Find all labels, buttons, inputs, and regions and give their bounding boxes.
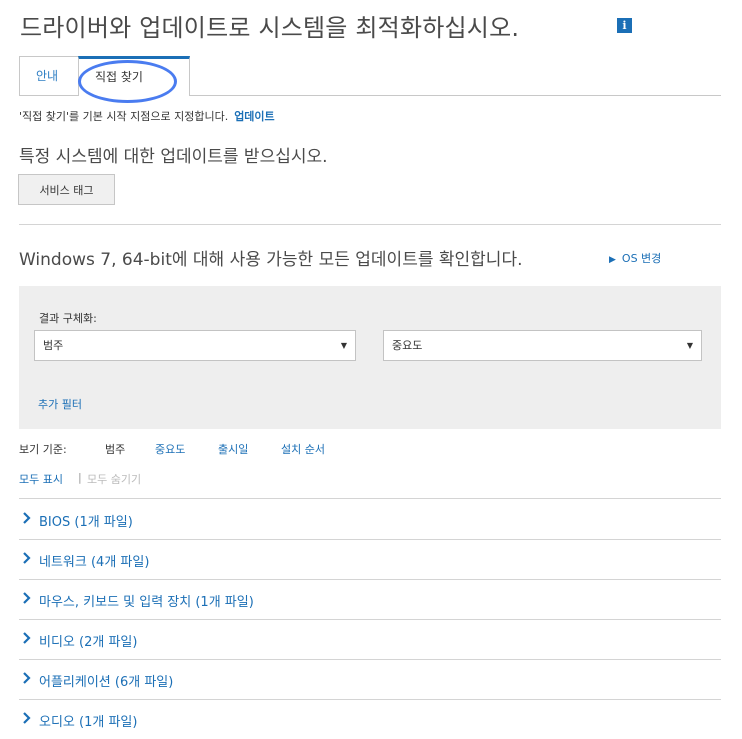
filter-label: 결과 구체화: [39,312,97,325]
category-select[interactable]: 범주 ▼ [34,330,356,361]
category-item-video[interactable]: 비디오 (2개 파일) [19,619,721,659]
category-label: 오디오 (1개 파일) [39,715,138,730]
importance-select[interactable]: 중요도 ▼ [383,330,702,361]
hide-all-link: 모두 숨기기 [87,473,142,486]
os-change-label: OS 변경 [621,252,662,265]
category-label: 비디오 (2개 파일) [39,635,138,650]
importance-select-value: 중요도 [392,339,423,352]
category-label: 어플리케이션 (6개 파일) [39,675,174,690]
specific-system-heading: 특정 시스템에 대한 업데이트를 받으십시오. [19,147,328,167]
info-icon[interactable]: i [617,18,632,33]
sort-current: 범주 [105,443,126,456]
caret-down-icon: ▼ [340,341,347,350]
tab-find-myself[interactable]: 직접 찾기 [78,56,190,96]
chevron-right-icon [23,712,31,724]
default-note: '직접 찾기'를 기본 시작 지점으로 지정합니다. 업데이트 [19,108,275,124]
sort-option-importance[interactable]: 중요도 [155,441,185,457]
sort-option-release-date[interactable]: 출시일 [218,441,248,457]
sort-label: 보기 기준: [19,443,67,456]
toggle-separator: | [78,471,82,484]
default-note-text: '직접 찾기'를 기본 시작 지점으로 지정합니다. [19,110,229,123]
category-item-bios[interactable]: BIOS (1개 파일) [19,499,721,539]
category-item-applications[interactable]: 어플리케이션 (6개 파일) [19,659,721,699]
os-heading: Windows 7, 64-bit에 대해 사용 가능한 모든 업데이트를 확인… [19,250,523,270]
service-tag-button[interactable]: 서비스 태그 [18,174,115,205]
chevron-right-icon [23,672,31,684]
chevron-right-icon [23,512,31,524]
category-label: 마우스, 키보드 및 입력 장치 (1개 파일) [39,595,254,610]
category-select-value: 범주 [43,339,64,352]
tab-guide[interactable]: 안내 [19,56,79,95]
show-all-link[interactable]: 모두 표시 [19,471,63,487]
category-label: 네트워크 (4개 파일) [39,555,150,570]
caret-down-icon: ▼ [686,341,693,350]
more-filters-link[interactable]: 추가 필터 [38,396,82,412]
triangle-right-icon: ▶ [609,255,616,265]
category-item-network[interactable]: 네트워크 (4개 파일) [19,539,721,579]
category-item-input-devices[interactable]: 마우스, 키보드 및 입력 장치 (1개 파일) [19,579,721,619]
update-link[interactable]: 업데이트 [234,110,274,123]
category-label: BIOS (1개 파일) [39,515,133,530]
divider [19,224,721,225]
category-item-audio[interactable]: 오디오 (1개 파일) [19,699,721,739]
filter-panel: 결과 구체화: 범주 ▼ 중요도 ▼ 추가 필터 [19,286,721,429]
os-change-link[interactable]: ▶ OS 변경 [609,250,661,266]
page-title: 드라이버와 업데이트로 시스템을 최적화하십시오. [20,14,520,42]
chevron-right-icon [23,592,31,604]
chevron-right-icon [23,552,31,564]
chevron-right-icon [23,632,31,644]
tab-bar: 안내 직접 찾기 [19,56,721,96]
sort-option-install-order[interactable]: 설치 순서 [281,441,325,457]
